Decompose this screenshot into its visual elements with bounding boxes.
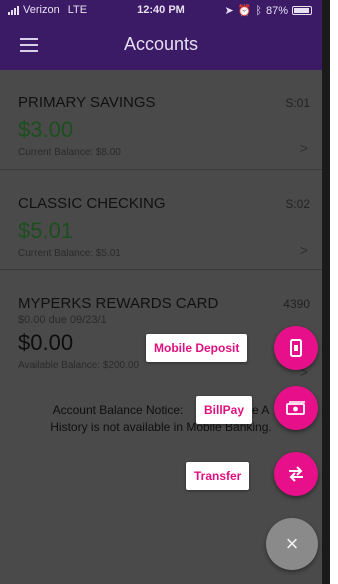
accounts-list: PRIMARY SAVINGS S:01 $3.00 Current Balan… — [0, 70, 322, 584]
battery-percent: 87% — [265, 4, 288, 17]
account-name: CLASSIC CHECKING — [18, 195, 166, 212]
alarm-icon: ⏰ — [237, 5, 252, 17]
transfer-arrows-icon — [289, 466, 303, 482]
account-name: PRIMARY SAVINGS — [18, 94, 156, 111]
account-amount: $3.00 — [18, 117, 74, 142]
account-amount: $5.01 — [18, 218, 74, 243]
cash-icon — [286, 401, 305, 415]
transfer-button[interactable] — [274, 452, 318, 496]
account-item-classic-checking[interactable]: CLASSIC CHECKING S:02 $5.01 Current Bala… — [0, 170, 322, 270]
page-title: Accounts — [123, 34, 199, 54]
notice-line-1-start: Account Balance Notice: — [52, 403, 184, 417]
battery-icon — [292, 6, 312, 15]
mobile-deposit-button[interactable] — [274, 326, 318, 370]
bluetooth-icon: ᛒ — [255, 4, 262, 17]
notice-line-2: History is not available in Mobile Banki… — [50, 420, 272, 434]
account-due-date: $0.00 due 09/23/1 — [18, 314, 107, 326]
account-code: 4390 — [283, 297, 310, 311]
account-balance-detail: Current Balance: $5.01 — [18, 248, 121, 259]
account-name: MYPERKS REWARDS CARD — [18, 295, 219, 312]
notice-line-1-end: e A — [252, 403, 270, 417]
account-item-primary-savings[interactable]: PRIMARY SAVINGS S:01 $3.00 Current Balan… — [0, 70, 322, 170]
account-header-row: CLASSIC CHECKING S:02 — [18, 195, 310, 212]
transfer-label[interactable]: Transfer — [186, 462, 250, 490]
account-header-row: PRIMARY SAVINGS S:01 — [18, 94, 310, 111]
status-bar: Verizon LTE 12:40 PM ➤ ⏰ ᛒ 87% — [0, 0, 322, 20]
status-right: ➤ ⏰ ᛒ 87% — [224, 4, 312, 17]
app-screen: Verizon LTE 12:40 PM ➤ ⏰ ᛒ 87% Accounts … — [0, 0, 330, 584]
chevron-right-icon: > — [299, 242, 308, 258]
notice-line-1: Account Balance Notice: e A — [18, 402, 304, 419]
app-header: Accounts — [0, 20, 322, 70]
billpay-label[interactable]: BillPay — [196, 396, 253, 424]
account-code: S:02 — [285, 197, 310, 211]
account-code: S:01 — [285, 96, 310, 110]
mobile-deposit-label[interactable]: Mobile Deposit — [146, 334, 248, 362]
location-icon: ➤ — [224, 5, 234, 17]
chevron-right-icon: > — [299, 140, 308, 156]
mobile-deposit-icon — [290, 339, 302, 357]
account-header-row: MYPERKS REWARDS CARD 4390 — [18, 295, 310, 312]
close-menu-button[interactable]: × — [266, 518, 318, 570]
billpay-button[interactable] — [274, 386, 318, 430]
account-item-myperks-rewards-card[interactable]: MYPERKS REWARDS CARD 4390 $0.00 due 09/2… — [0, 270, 322, 392]
close-icon: × — [285, 531, 299, 556]
account-balance-detail: Current Balance: $8.00 — [18, 147, 121, 158]
